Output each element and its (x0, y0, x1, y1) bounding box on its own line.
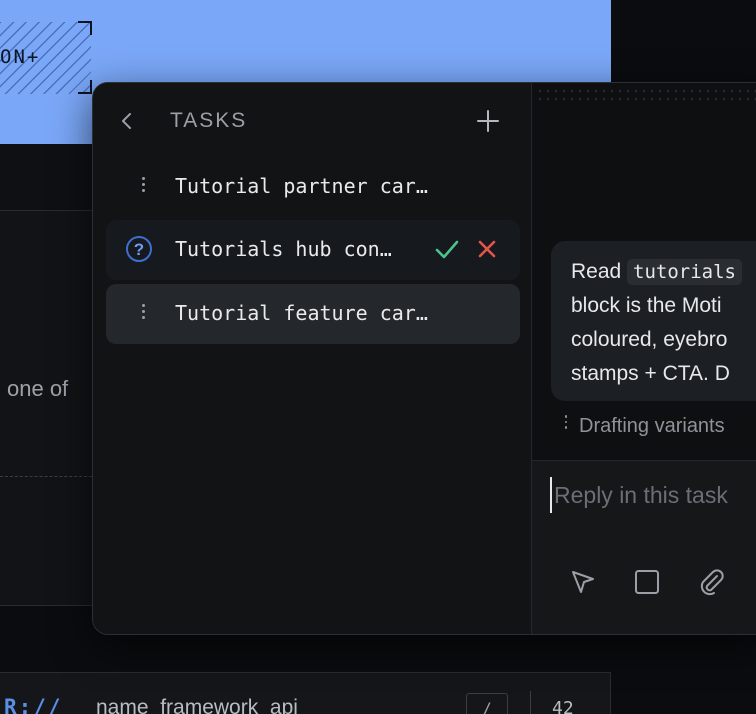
paperclip-icon (700, 569, 724, 596)
crop-corner-top-right (78, 21, 92, 35)
cursor-icon (572, 571, 594, 593)
question-circle-icon: ? (126, 236, 152, 262)
code-prefix: R:// (4, 695, 63, 714)
crop-corner-bottom-right (78, 80, 92, 94)
message-bubble: Read tutorials block is the Moti coloure… (551, 241, 756, 401)
reply-input[interactable] (550, 477, 756, 513)
task-item-selected[interactable]: Tutorial feature car… (106, 284, 520, 344)
tasks-panel-header: TASKS (93, 83, 531, 157)
tasks-panel: TASKS Tutorial partner car… ? Tutorials … (93, 83, 532, 634)
keyboard-shortcut-key: / (466, 693, 508, 714)
canvas-side-panel (0, 210, 100, 606)
code-text: name_framework_api (96, 696, 298, 714)
status-line: Drafting variants (563, 415, 725, 438)
canvas-dashed-divider (0, 476, 92, 477)
close-icon (478, 240, 496, 258)
chat-panel: Read tutorials block is the Moti coloure… (532, 83, 756, 634)
add-task-button[interactable] (473, 106, 503, 136)
tasks-window: TASKS Tutorial partner car… ? Tutorials … (92, 82, 756, 635)
code-bar[interactable]: R:// name_framework_api / 42 (0, 672, 611, 714)
task-item[interactable]: Tutorial partner car… (106, 157, 520, 217)
canvas-stamp-text: ON+ (0, 46, 41, 68)
task-item-needs-review[interactable]: ? Tutorials hub con… (106, 220, 520, 280)
message-line-1: Read tutorials (571, 255, 756, 289)
check-icon (435, 240, 459, 259)
attach-button[interactable] (696, 567, 726, 597)
canvas-side-text: one of (7, 376, 69, 401)
vertical-dots-icon[interactable] (140, 304, 146, 324)
back-button[interactable] (115, 109, 139, 133)
square-tool-button[interactable] (632, 567, 662, 597)
cursor-tool-button[interactable] (568, 567, 598, 597)
message-line-2: block is the Moti (571, 294, 722, 317)
message-line-3: coloured, eyebro (571, 328, 728, 351)
dotted-pattern (536, 87, 756, 105)
reject-button[interactable] (472, 234, 502, 264)
task-label: Tutorial feature car… (175, 301, 428, 325)
plus-icon (477, 110, 499, 132)
status-text: Drafting variants (579, 415, 725, 437)
vertical-dots-icon (563, 415, 569, 433)
code-line-number: 42 (552, 698, 574, 714)
task-label: Tutorials hub con… (175, 237, 392, 261)
inline-code: tutorials (627, 259, 742, 285)
vertical-dots-icon[interactable] (140, 177, 146, 197)
code-separator (530, 691, 531, 714)
task-label: Tutorial partner car… (175, 174, 428, 198)
square-icon (635, 570, 659, 594)
chevron-left-icon (122, 113, 131, 129)
message-line-4: stamps + CTA. D (571, 362, 730, 385)
tasks-title: TASKS (170, 109, 248, 132)
approve-button[interactable] (432, 234, 462, 264)
